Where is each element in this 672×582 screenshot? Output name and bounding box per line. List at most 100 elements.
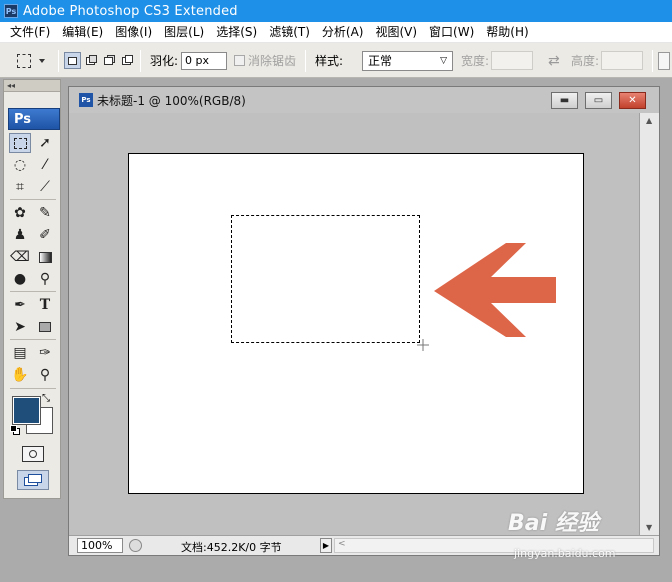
foreground-color-swatch[interactable] (12, 396, 41, 425)
add-to-selection-button[interactable] (82, 52, 99, 69)
style-label: 样式: (315, 54, 344, 68)
app-title: Adobe Photoshop CS3 Extended (23, 3, 238, 19)
height-group: 高度: (571, 43, 644, 78)
feather-group: 羽化: 0 px (150, 43, 228, 78)
rectangular-marquee-icon (17, 54, 31, 68)
marquee-tool[interactable] (9, 133, 31, 153)
close-icon: ✕ (628, 95, 637, 106)
clone-stamp-tool[interactable]: ♟ (9, 225, 31, 245)
brush-tool[interactable]: ✎ (34, 203, 56, 223)
hand-tool[interactable]: ✋ (9, 365, 31, 385)
menu-window[interactable]: 窗口(W) (423, 22, 480, 42)
document-title: 未标题-1 @ 100%(RGB/8) (97, 93, 246, 108)
document-canvas[interactable] (128, 153, 584, 494)
path-selection-tool[interactable]: ➤ (9, 317, 31, 337)
menu-edit[interactable]: 编辑(E) (56, 22, 109, 42)
zoom-level-field[interactable]: 100% (77, 538, 123, 553)
tools-panel-header[interactable]: ◂◂ (4, 80, 60, 92)
height-input[interactable] (601, 51, 644, 70)
quick-mask-button[interactable] (22, 446, 44, 462)
document-titlebar[interactable]: Ps 未标题-1 @ 100%(RGB/8) ▬ ▭ ✕ (69, 87, 659, 113)
swap-colors-icon[interactable]: ⤡ (42, 393, 50, 404)
feather-input[interactable]: 0 px (181, 51, 228, 70)
maximize-button[interactable]: ▭ (585, 92, 612, 109)
baidu-watermark: Bai 经验 jingyan.baidu.com (508, 505, 616, 560)
photoshop-document-icon: Ps (79, 93, 93, 107)
document-size-info: 文档:452.2K/0 字节 (181, 541, 282, 554)
swap-width-height: ⇄ (548, 43, 560, 78)
photoshop-app-icon: Ps (4, 4, 18, 18)
menu-filter[interactable]: 滤镜(T) (263, 22, 316, 42)
subtract-from-selection-button[interactable] (100, 52, 117, 69)
lasso-tool[interactable]: ◌ (9, 155, 31, 175)
dodge-tool[interactable]: ⚲ (34, 269, 56, 289)
feather-label: 羽化: (150, 54, 179, 68)
collapse-arrows-icon[interactable]: ◂◂ (7, 81, 15, 90)
magic-wand-tool[interactable]: ⁄ (34, 155, 56, 175)
notes-tool[interactable]: ▤ (9, 343, 31, 363)
new-selection-button[interactable] (64, 52, 81, 69)
default-colors-icon[interactable] (10, 425, 20, 435)
style-group: 样式: 正常 ▽ (315, 43, 454, 78)
crosshair-cursor-icon (417, 339, 429, 351)
menu-file[interactable]: 文件(F) (4, 22, 56, 42)
minimize-button[interactable]: ▬ (551, 92, 578, 109)
menu-image[interactable]: 图像(I) (109, 22, 158, 42)
slice-tool[interactable]: ⟋ (34, 177, 56, 197)
tool-preset-picker[interactable] (12, 51, 52, 71)
minimize-icon: ▬ (559, 95, 570, 106)
history-brush-tool[interactable]: ✐ (34, 225, 56, 245)
menu-layer[interactable]: 图层(L) (158, 22, 210, 42)
status-info-icon[interactable] (129, 539, 142, 552)
chevron-down-icon (39, 59, 45, 63)
menu-analysis[interactable]: 分析(A) (316, 22, 370, 42)
menu-help[interactable]: 帮助(H) (480, 22, 534, 42)
options-divider (58, 50, 59, 72)
eyedropper-tool[interactable]: ✑ (34, 343, 56, 363)
scroll-down-icon[interactable]: ▼ (646, 523, 652, 532)
antialias-group: 消除锯齿 (234, 43, 296, 78)
style-select[interactable]: 正常 ▽ (362, 50, 454, 71)
width-label: 宽度: (461, 54, 490, 68)
options-bar: 羽化: 0 px 消除锯齿 样式: 正常 ▽ 宽度: ⇄ 高度: (0, 43, 672, 78)
gradient-tool[interactable] (34, 247, 56, 267)
canvas-area (69, 113, 639, 535)
watermark-url: jingyan.baidu.com (514, 547, 616, 560)
marquee-selection[interactable] (231, 215, 420, 343)
scroll-left-icon[interactable]: < (338, 539, 346, 549)
healing-brush-tool[interactable]: ✿ (9, 203, 31, 223)
intersect-selection-button[interactable] (118, 52, 135, 69)
photoshop-badge: Ps (8, 108, 60, 130)
tool-divider (10, 339, 56, 340)
eraser-tool[interactable]: ⌫ (9, 247, 31, 267)
menu-select[interactable]: 选择(S) (210, 22, 263, 42)
close-button[interactable]: ✕ (619, 92, 646, 109)
screen-mode-button[interactable] (17, 470, 49, 490)
type-tool[interactable]: T (34, 295, 56, 315)
scroll-up-icon[interactable]: ▲ (646, 116, 652, 125)
zoom-tool[interactable]: ⚲ (34, 365, 56, 385)
chevron-down-icon: ▽ (440, 55, 448, 66)
blur-tool[interactable]: ● (9, 269, 31, 289)
tool-divider (10, 388, 56, 389)
app-titlebar: Ps Adobe Photoshop CS3 Extended (0, 0, 672, 22)
options-divider (140, 50, 141, 72)
move-tool[interactable]: ➚ (34, 133, 56, 153)
status-menu-arrow[interactable]: ▶ (320, 538, 332, 553)
vertical-scrollbar[interactable]: ▲ ▼ (639, 113, 659, 535)
width-input[interactable] (491, 51, 534, 70)
watermark-logo: Bai 经验 (508, 511, 599, 536)
antialias-checkbox[interactable] (234, 55, 245, 66)
palette-well[interactable] (658, 43, 670, 78)
menu-view[interactable]: 视图(V) (369, 22, 423, 42)
maximize-icon: ▭ (593, 95, 604, 106)
rectangle-tool[interactable] (34, 317, 56, 337)
selection-mode-group (64, 52, 135, 69)
tool-divider (10, 291, 56, 292)
width-group: 宽度: (461, 43, 534, 78)
swap-arrows-icon[interactable]: ⇄ (548, 53, 560, 69)
palette-well-icon (658, 51, 670, 70)
crop-tool[interactable]: ⌗ (9, 177, 31, 197)
height-label: 高度: (571, 54, 600, 68)
pen-tool[interactable]: ✒ (9, 295, 31, 315)
